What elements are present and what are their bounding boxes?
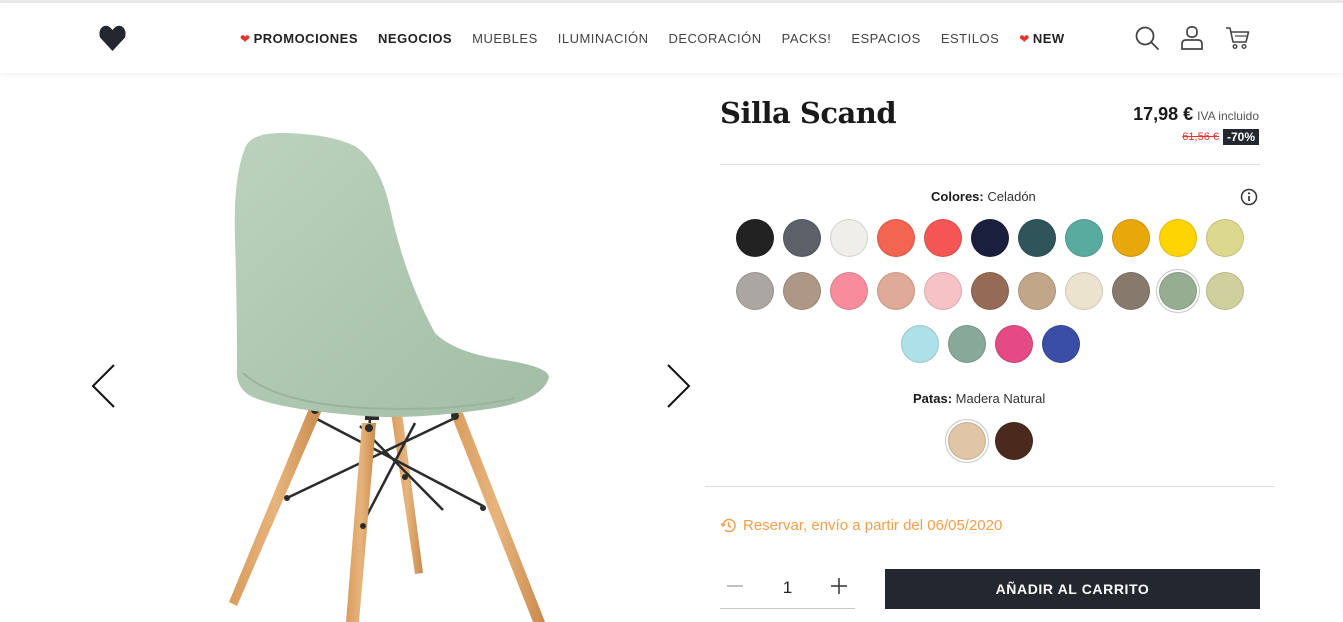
color-swatch[interactable]: [947, 325, 986, 363]
nav-label: PACKS!: [781, 31, 832, 46]
color-swatch[interactable]: [783, 219, 821, 257]
color-swatch[interactable]: [736, 272, 774, 310]
legs-label-row: Patas: Madera Natural: [913, 391, 1045, 406]
nav-item-new[interactable]: ❤ NEW: [1019, 31, 1064, 46]
color-swatch[interactable]: [1018, 272, 1056, 310]
site-header: ❤ PROMOCIONES NEGOCIOS MUEBLES ILUMINACIÓ…: [0, 3, 1343, 73]
quantity-stepper: [720, 569, 855, 609]
nav-item-iluminacion[interactable]: ILUMINACIÓN: [558, 31, 649, 46]
leg-color-swatch[interactable]: [947, 422, 986, 460]
color-swatch[interactable]: [924, 219, 962, 257]
product-gallery: [75, 73, 705, 622]
nav-item-promociones[interactable]: ❤ PROMOCIONES: [240, 31, 358, 46]
color-swatch[interactable]: [877, 272, 915, 310]
nav-item-decoracion[interactable]: DECORACIÓN: [668, 31, 761, 46]
add-to-cart-button[interactable]: AÑADIR AL CARRITO: [885, 569, 1260, 609]
price-note: IVA incluido: [1197, 109, 1259, 123]
color-swatch[interactable]: [1112, 219, 1150, 257]
history-clock-icon: [720, 518, 736, 533]
color-swatch[interactable]: [1206, 272, 1244, 310]
nav-item-negocios[interactable]: NEGOCIOS: [378, 31, 452, 46]
current-price: 17,98 €: [1133, 104, 1194, 124]
reserve-text: Reservar, envío a partir del 06/05/2020: [743, 517, 1003, 534]
logo-heart-icon[interactable]: [99, 24, 126, 52]
color-swatch[interactable]: [971, 219, 1009, 257]
color-swatch[interactable]: [924, 272, 962, 310]
nav-item-muebles[interactable]: MUEBLES: [472, 31, 538, 46]
nav-label: MUEBLES: [472, 31, 538, 46]
color-swatch[interactable]: [877, 219, 915, 257]
color-swatch[interactable]: [1065, 219, 1103, 257]
info-icon[interactable]: [1240, 188, 1258, 206]
nav-item-espacios[interactable]: ESPACIOS: [851, 31, 921, 46]
reserve-notice: Reservar, envío a partir del 06/05/2020: [720, 517, 1002, 534]
color-swatch[interactable]: [1159, 272, 1197, 310]
quantity-input[interactable]: [765, 575, 810, 601]
color-swatch[interactable]: [830, 272, 868, 310]
main-nav: ❤ PROMOCIONES NEGOCIOS MUEBLES ILUMINACIÓ…: [240, 31, 1085, 46]
cart-icon[interactable]: [1225, 25, 1251, 51]
color-swatch[interactable]: [1041, 325, 1080, 363]
prev-arrow-icon[interactable]: [90, 363, 120, 409]
minus-icon[interactable]: [724, 575, 746, 597]
color-swatch[interactable]: [1112, 272, 1150, 310]
plus-icon[interactable]: [828, 575, 850, 597]
heart-icon: ❤: [1019, 32, 1030, 46]
price-block: 17,98 € IVA incluido 61,56 € -70%: [1133, 104, 1259, 145]
nav-label: DECORACIÓN: [668, 31, 762, 46]
color-swatch[interactable]: [1018, 219, 1056, 257]
nav-label: ILUMINACIÓN: [557, 31, 649, 46]
colors-selected: Celadón: [987, 189, 1036, 204]
leg-color-swatch[interactable]: [994, 422, 1033, 460]
nav-label: ESPACIOS: [851, 31, 921, 46]
nav-label: PROMOCIONES: [253, 31, 359, 46]
discount-badge: -70%: [1222, 129, 1259, 145]
legs-selected: Madera Natural: [955, 391, 1046, 406]
color-swatch[interactable]: [971, 272, 1009, 310]
color-swatch[interactable]: [900, 325, 939, 363]
nav-label: NEW: [1032, 31, 1065, 46]
product-image-chair: [229, 132, 549, 622]
legs-label: Patas:: [913, 391, 953, 406]
colors-label-row: Colores: Celadón: [931, 189, 1036, 204]
color-swatch[interactable]: [1159, 219, 1197, 257]
nav-label: NEGOCIOS: [378, 31, 453, 46]
heart-icon: ❤: [240, 32, 251, 46]
next-arrow-icon[interactable]: [662, 363, 692, 409]
divider: [720, 164, 1260, 165]
color-swatch[interactable]: [783, 272, 821, 310]
nav-item-estilos[interactable]: ESTILOS: [941, 31, 999, 46]
user-icon[interactable]: [1179, 25, 1205, 51]
color-swatch[interactable]: [1206, 219, 1244, 257]
color-swatch[interactable]: [994, 325, 1033, 363]
divider: [705, 486, 1275, 487]
old-price: 61,56 €: [1182, 131, 1219, 143]
nav-item-packs[interactable]: PACKS!: [782, 31, 832, 46]
color-swatch[interactable]: [1065, 272, 1103, 310]
product-title: Silla Scand: [720, 96, 897, 130]
search-icon[interactable]: [1134, 25, 1160, 51]
color-swatch[interactable]: [736, 219, 774, 257]
colors-label: Colores:: [931, 189, 984, 204]
color-swatch[interactable]: [830, 219, 868, 257]
nav-label: ESTILOS: [940, 31, 1000, 46]
